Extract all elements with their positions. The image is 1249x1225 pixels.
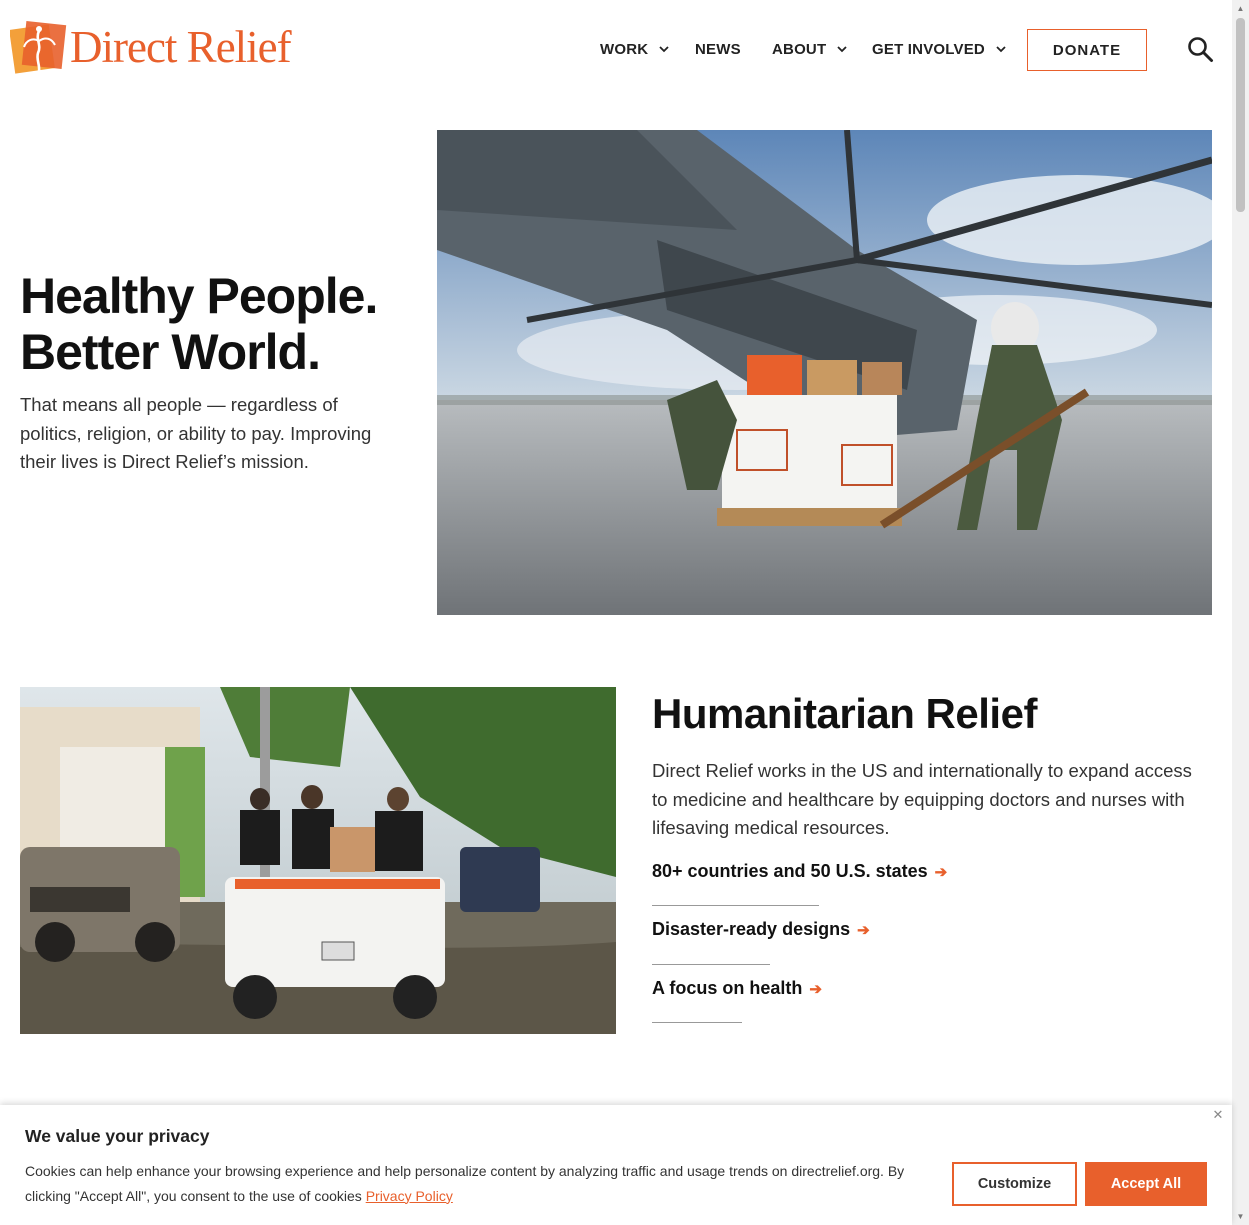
divider [652, 964, 770, 965]
cookie-text: Cookies can help enhance your browsing e… [25, 1159, 925, 1208]
cookie-consent-banner: ✕ We value your privacy Cookies can help… [0, 1105, 1232, 1225]
scrollbar-thumb[interactable] [1236, 18, 1245, 212]
link-label: Disaster-ready designs [652, 919, 851, 939]
nav-item-label: GET INVOLVED [872, 40, 985, 58]
logo-icon [10, 21, 67, 74]
link-label: 80+ countries and 50 U.S. states [652, 861, 928, 881]
nav-item-work[interactable]: WORK [600, 41, 670, 58]
divider [652, 1022, 742, 1023]
section-image [20, 687, 616, 1034]
cookie-title: We value your privacy [25, 1126, 210, 1146]
link-countries-states[interactable]: 80+ countries and 50 U.S. states ➔ [652, 861, 947, 882]
hero-title-line1: Healthy People. [20, 268, 378, 324]
customize-button[interactable]: Customize [952, 1162, 1077, 1206]
section-body: Direct Relief works in the US and intern… [652, 760, 1192, 838]
nav-item-label: NEWS [695, 40, 741, 58]
nav-item-get-involved[interactable]: GET INVOLVED [872, 41, 1007, 58]
chevron-down-icon [659, 46, 669, 53]
donate-button[interactable]: DONATE [1027, 29, 1147, 71]
link-focus-on-health[interactable]: A focus on health ➔ [652, 978, 822, 999]
hero-title: Healthy People. Better World. [20, 268, 420, 380]
chevron-down-icon [996, 46, 1006, 53]
nav-item-label: WORK [600, 40, 649, 58]
accept-all-button[interactable]: Accept All [1085, 1162, 1207, 1206]
cookie-message: Cookies can help enhance your browsing e… [25, 1163, 905, 1204]
logo-wordmark: Direct Relief [70, 21, 292, 72]
chevron-down-icon [837, 46, 847, 53]
hero-subtitle: That means all people — regardless of po… [20, 394, 372, 472]
hero-title-line2: Better World. [20, 324, 321, 380]
hero-image [437, 130, 1212, 615]
close-icon[interactable]: ✕ [1211, 1108, 1225, 1122]
direct-relief-logo[interactable]: Direct Relief [10, 18, 292, 76]
link-label: A focus on health [652, 978, 803, 998]
emergency-response-truck-photo [20, 687, 616, 1034]
link-disaster-ready-designs[interactable]: Disaster-ready designs ➔ [652, 919, 870, 940]
nav-item-label: ABOUT [772, 40, 827, 58]
section-title: Humanitarian Relief [652, 690, 1037, 737]
page-scrollbar[interactable]: ▲ ▼ [1232, 0, 1249, 1225]
arrow-right-icon: ➔ [857, 921, 870, 939]
nav-item-about[interactable]: ABOUT [772, 41, 848, 58]
nav-item-news[interactable]: NEWS [695, 41, 741, 58]
site-header: Direct Relief WORK NEWS ABOUT GET INVOLV… [0, 0, 1232, 100]
divider [652, 905, 819, 906]
privacy-policy-link[interactable]: Privacy Policy [366, 1188, 453, 1204]
arrow-right-icon: ➔ [809, 980, 822, 998]
search-icon[interactable] [1186, 35, 1214, 63]
scroll-down-arrow-icon[interactable]: ▼ [1236, 1212, 1245, 1221]
helicopter-cargo-photo [437, 130, 1212, 615]
arrow-right-icon: ➔ [934, 863, 948, 881]
scroll-up-arrow-icon[interactable]: ▲ [1236, 4, 1245, 13]
